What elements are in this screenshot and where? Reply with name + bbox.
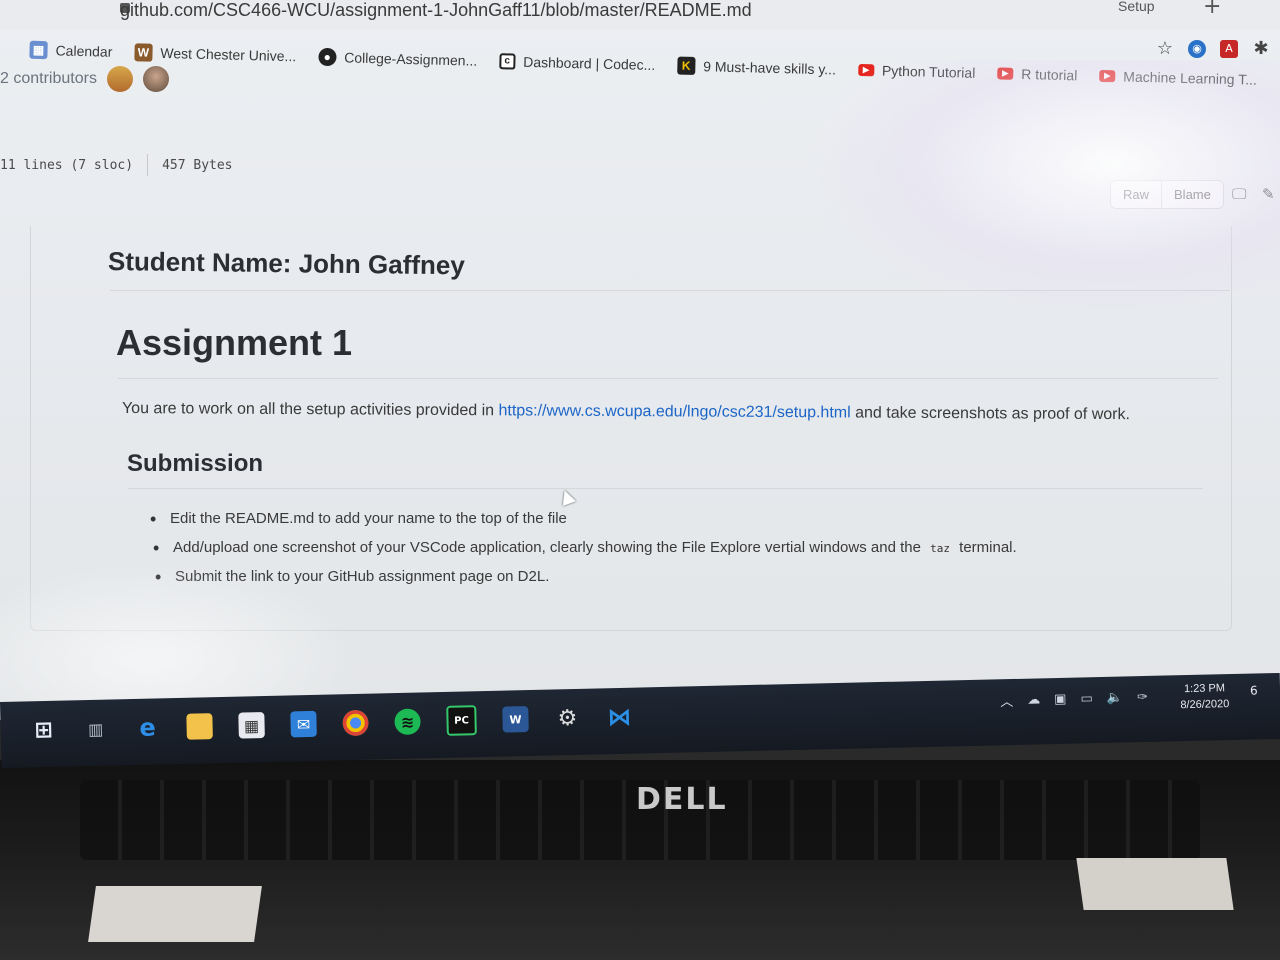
file-explorer-icon[interactable] [186,713,213,740]
puzzle-icon[interactable]: ✱ [1252,40,1270,58]
github-icon: ● [318,47,337,67]
bookmark-label: Dashboard | Codec... [523,53,656,74]
student-name-heading: Student Name: John Gaffney [107,246,465,281]
list-item-text: Edit the README.md to add your name to t… [170,510,567,527]
new-tab-button[interactable]: + [1203,0,1221,19]
browser-toolbar-icons: ☆ ◉ A ✱ [1156,40,1270,58]
blame-button[interactable]: Blame [1162,181,1223,208]
laptop-screen: github.com/CSC466-WCU/assignment-1-JohnG… [0,0,1280,720]
divider [118,378,1218,379]
submission-list: Edit the README.md to add your name to t… [150,506,1017,593]
line-count: 11 lines (7 sloc) [0,157,134,173]
youtube-icon: ▶ [997,67,1014,80]
file-actions: Raw Blame [1110,180,1224,209]
pencil-icon[interactable]: ✎ [1262,186,1280,202]
bookmark-label: Machine Learning T... [1123,68,1258,88]
bookmark-west-chester[interactable]: W West Chester Unive... [134,43,296,65]
raw-button[interactable]: Raw [1111,181,1163,208]
setup-link[interactable]: https://www.cs.wcupa.edu/lngo/csc231/set… [498,402,850,421]
bookmark-college-assignments[interactable]: ● College-Assignmen... [318,47,478,70]
word-icon[interactable]: W [502,706,529,733]
bookmark-python-tutorial[interactable]: ▶ Python Tutorial [857,62,976,81]
bookmark-label: Python Tutorial [881,62,976,81]
setup-button[interactable]: Setup [1118,0,1155,14]
store-icon[interactable]: ▦ [238,712,265,739]
file-size: 457 Bytes [162,157,233,173]
address-bar[interactable]: github.com/CSC466-WCU/assignment-1-JohnG… [0,0,1280,30]
laptop-logo: DELL [636,782,728,817]
list-item: Add/upload one screenshot of your VSCode… [153,535,1017,564]
star-icon[interactable]: ☆ [1156,40,1174,58]
windows-start-icon[interactable]: ⊞ [30,717,57,744]
list-item-text: Submit the link to your GitHub assignmen… [175,568,550,585]
submission-heading: Submission [127,450,264,477]
bookmark-machine-learning[interactable]: ▶ Machine Learning T... [1099,68,1257,88]
divider [128,488,1203,489]
task-view-icon[interactable]: ▥ [82,716,109,743]
list-item-text: Add/upload one screenshot of your VSCode… [173,539,926,556]
hinge-right [1076,858,1234,910]
acrobat-icon[interactable]: A [1220,40,1238,58]
notification-center-icon[interactable]: 6 [1250,683,1268,701]
clock-time: 1:23 PM [1183,682,1226,696]
battery-icon[interactable]: ▭ [1080,691,1093,706]
display-icon[interactable]: ▣ [1054,692,1067,707]
taskbar-apps: ⊞ ▥ e ▦ ✉ ≋ PC W ⚙ ⋈ [30,702,633,746]
assignment-title: Assignment 1 [116,322,353,363]
avatar[interactable] [106,66,133,92]
bookmark-label: R tutorial [1021,65,1078,84]
desktop-icon[interactable]: 🖵 [1232,186,1250,202]
intro-text-end: and take screenshots as proof of work. [850,404,1131,424]
bookmark-label: West Chester Unive... [160,44,297,65]
intro-text: You are to work on all the setup activit… [121,400,499,420]
chevron-up-icon[interactable]: ︿ [1000,691,1013,710]
bookmark-must-have-skills[interactable]: K 9 Must-have skills y... [677,56,837,79]
contributors-link[interactable]: 2 contributors [0,70,97,88]
k-icon: K [677,56,696,75]
notification-count: 6 [1249,683,1258,698]
spotify-icon[interactable]: ≋ [394,708,421,736]
url-text[interactable]: github.com/CSC466-WCU/assignment-1-JohnG… [120,0,752,21]
divider [110,290,1230,291]
bookmark-label: 9 Must-have skills y... [703,58,837,78]
compass-icon[interactable]: ◉ [1188,40,1206,58]
list-item-text: terminal. [954,539,1017,556]
hinge-left [88,886,262,942]
file-info: 11 lines (7 sloc) 457 Bytes [0,154,233,176]
bookmark-label: College-Assignmen... [344,49,478,69]
contributors-row: 2 contributors [0,66,169,92]
bookmark-calendar[interactable]: ▦ Calendar [29,40,113,61]
taskbar-clock[interactable]: 1:23 PM 8/26/2020 [1180,680,1230,713]
pycharm-icon[interactable]: PC [446,705,477,736]
volume-icon[interactable]: 🔈 [1107,691,1124,706]
inline-code: taz [925,540,955,557]
divider [147,154,149,176]
codecademy-icon: c [499,53,516,70]
calendar-icon: ▦ [29,40,48,60]
system-tray: ︿ ☁ ▣ ▭ 🔈 ✑ [1000,688,1148,710]
chrome-icon[interactable] [342,709,369,737]
youtube-icon: ▶ [1099,69,1116,83]
bookmark-label: Calendar [55,42,113,60]
onedrive-icon[interactable]: ☁ [1027,692,1040,707]
edge-icon[interactable]: e [134,713,161,741]
youtube-icon: ▶ [857,63,875,77]
bookmark-codecademy[interactable]: c Dashboard | Codec... [499,53,655,73]
bookmarks-bar: ▦ Calendar W West Chester Unive... ● Col… [0,32,1280,98]
mail-icon[interactable]: ✉ [290,710,317,738]
list-item: Edit the README.md to add your name to t… [150,506,1017,535]
bookmark-r-tutorial[interactable]: ▶ R tutorial [997,65,1078,84]
pen-icon[interactable]: ✑ [1137,690,1148,705]
w-icon: W [134,43,153,62]
vscode-icon[interactable]: ⋈ [606,703,633,732]
clock-date: 8/26/2020 [1180,698,1230,712]
settings-gear-icon[interactable]: ⚙ [554,705,581,732]
avatar[interactable] [142,66,169,92]
list-item: Submit the link to your GitHub assignmen… [155,564,1017,593]
